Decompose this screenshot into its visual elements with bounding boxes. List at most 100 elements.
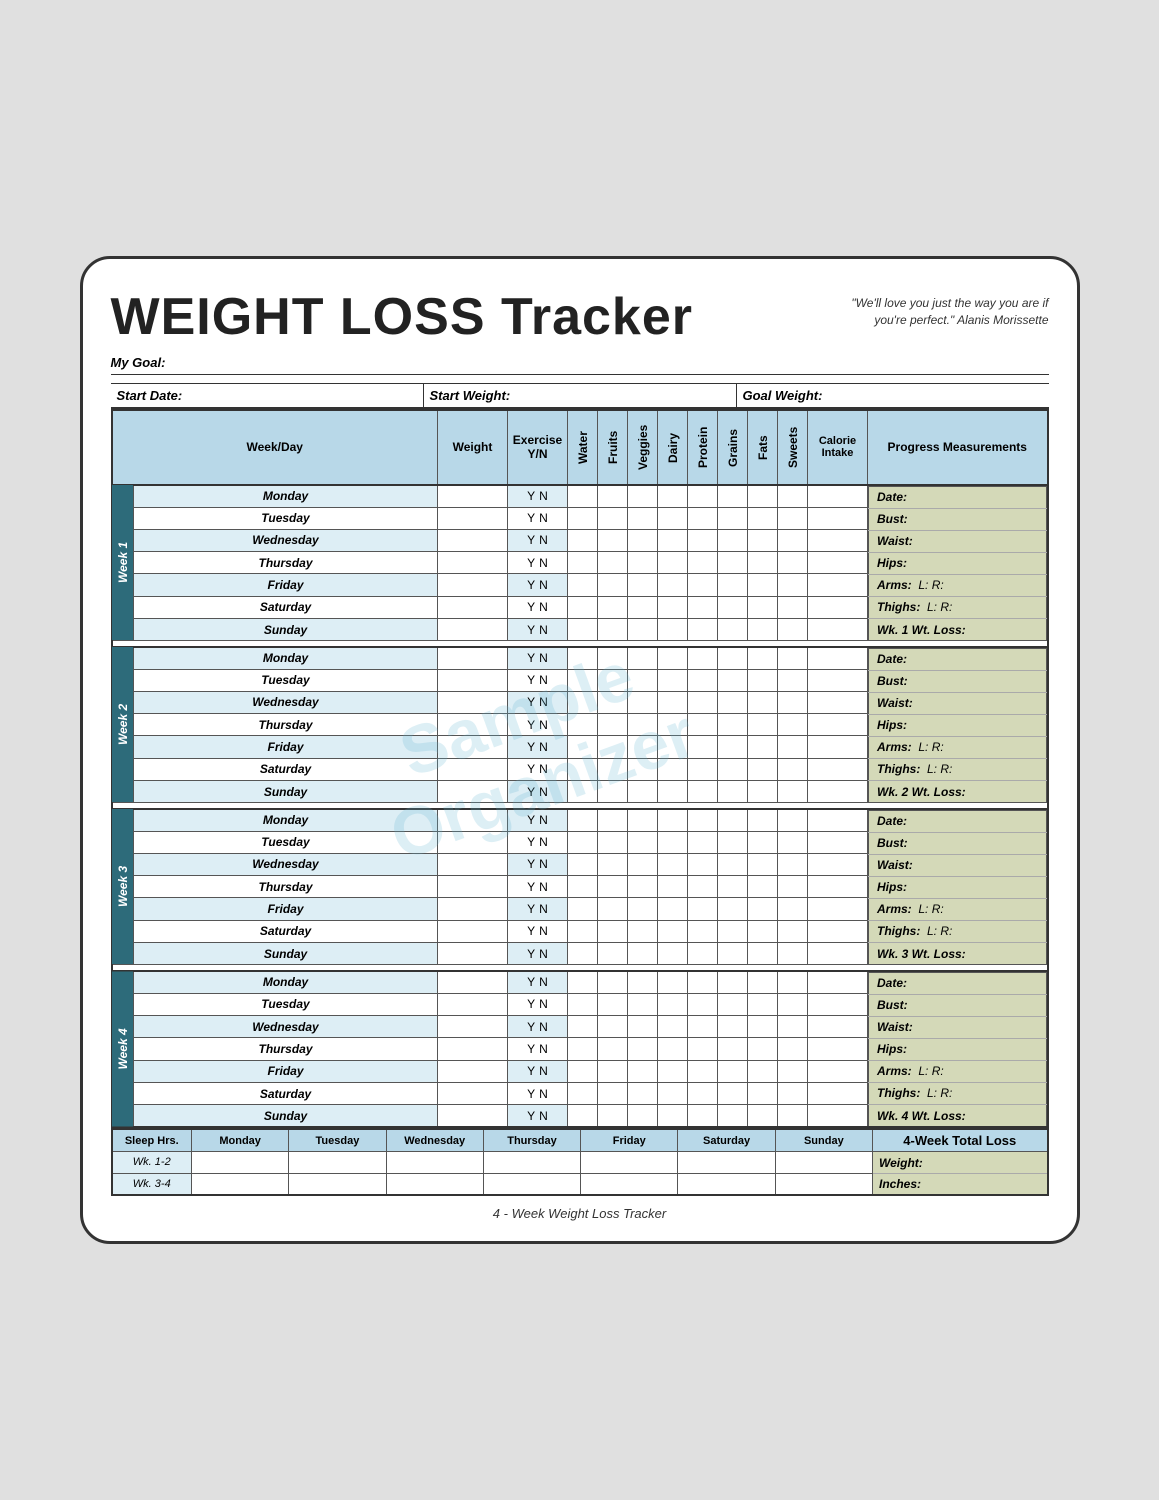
- exercise-cell[interactable]: YN: [508, 552, 568, 574]
- food-cell[interactable]: [688, 529, 718, 551]
- food-cell[interactable]: [628, 507, 658, 529]
- food-cell[interactable]: [598, 529, 628, 551]
- sleep-data-cell[interactable]: [386, 1173, 483, 1195]
- food-cell[interactable]: [628, 971, 658, 993]
- food-cell[interactable]: [748, 898, 778, 920]
- food-cell[interactable]: [718, 942, 748, 964]
- food-cell[interactable]: [658, 809, 688, 831]
- food-cell[interactable]: [748, 596, 778, 618]
- food-cell[interactable]: [718, 574, 748, 596]
- exercise-cell[interactable]: YN: [508, 647, 568, 669]
- food-cell[interactable]: [688, 647, 718, 669]
- exercise-cell[interactable]: YN: [508, 876, 568, 898]
- food-cell[interactable]: [598, 714, 628, 736]
- food-cell[interactable]: [598, 758, 628, 780]
- food-cell[interactable]: [718, 618, 748, 640]
- food-cell[interactable]: [658, 618, 688, 640]
- food-cell[interactable]: [658, 780, 688, 802]
- food-cell[interactable]: [628, 618, 658, 640]
- food-cell[interactable]: [598, 809, 628, 831]
- exercise-cell[interactable]: YN: [508, 898, 568, 920]
- weight-cell[interactable]: [438, 529, 508, 551]
- food-cell[interactable]: [748, 971, 778, 993]
- food-cell[interactable]: [688, 1015, 718, 1037]
- food-cell[interactable]: [568, 485, 598, 507]
- food-cell[interactable]: [718, 809, 748, 831]
- food-cell[interactable]: [718, 507, 748, 529]
- exercise-cell[interactable]: YN: [508, 1105, 568, 1127]
- food-cell[interactable]: [778, 993, 808, 1015]
- food-cell[interactable]: [718, 529, 748, 551]
- calorie-cell[interactable]: [808, 1105, 868, 1127]
- sleep-data-cell[interactable]: [678, 1173, 775, 1195]
- food-cell[interactable]: [568, 853, 598, 875]
- calorie-cell[interactable]: [808, 971, 868, 993]
- exercise-cell[interactable]: YN: [508, 529, 568, 551]
- food-cell[interactable]: [718, 993, 748, 1015]
- calorie-cell[interactable]: [808, 876, 868, 898]
- food-cell[interactable]: [688, 669, 718, 691]
- food-cell[interactable]: [658, 736, 688, 758]
- food-cell[interactable]: [748, 529, 778, 551]
- food-cell[interactable]: [658, 574, 688, 596]
- food-cell[interactable]: [628, 691, 658, 713]
- exercise-cell[interactable]: YN: [508, 1038, 568, 1060]
- food-cell[interactable]: [658, 714, 688, 736]
- food-cell[interactable]: [568, 552, 598, 574]
- calorie-cell[interactable]: [808, 736, 868, 758]
- calorie-cell[interactable]: [808, 485, 868, 507]
- sleep-data-cell[interactable]: [192, 1173, 289, 1195]
- exercise-cell[interactable]: YN: [508, 714, 568, 736]
- food-cell[interactable]: [568, 920, 598, 942]
- food-cell[interactable]: [778, 552, 808, 574]
- weight-cell[interactable]: [438, 993, 508, 1015]
- food-cell[interactable]: [598, 736, 628, 758]
- food-cell[interactable]: [658, 529, 688, 551]
- exercise-cell[interactable]: YN: [508, 971, 568, 993]
- food-cell[interactable]: [658, 552, 688, 574]
- weight-cell[interactable]: [438, 1060, 508, 1082]
- exercise-cell[interactable]: YN: [508, 993, 568, 1015]
- food-cell[interactable]: [568, 898, 598, 920]
- calorie-cell[interactable]: [808, 596, 868, 618]
- food-cell[interactable]: [568, 618, 598, 640]
- food-cell[interactable]: [778, 618, 808, 640]
- food-cell[interactable]: [658, 596, 688, 618]
- food-cell[interactable]: [658, 993, 688, 1015]
- food-cell[interactable]: [718, 669, 748, 691]
- food-cell[interactable]: [778, 809, 808, 831]
- food-cell[interactable]: [688, 691, 718, 713]
- calorie-cell[interactable]: [808, 529, 868, 551]
- food-cell[interactable]: [598, 920, 628, 942]
- food-cell[interactable]: [748, 1082, 778, 1104]
- weight-cell[interactable]: [438, 1015, 508, 1037]
- food-cell[interactable]: [778, 1015, 808, 1037]
- food-cell[interactable]: [598, 669, 628, 691]
- food-cell[interactable]: [778, 876, 808, 898]
- food-cell[interactable]: [688, 485, 718, 507]
- food-cell[interactable]: [688, 780, 718, 802]
- food-cell[interactable]: [718, 1015, 748, 1037]
- food-cell[interactable]: [598, 831, 628, 853]
- calorie-cell[interactable]: [808, 1082, 868, 1104]
- food-cell[interactable]: [778, 691, 808, 713]
- food-cell[interactable]: [688, 853, 718, 875]
- food-cell[interactable]: [778, 920, 808, 942]
- calorie-cell[interactable]: [808, 714, 868, 736]
- food-cell[interactable]: [658, 758, 688, 780]
- food-cell[interactable]: [778, 714, 808, 736]
- food-cell[interactable]: [778, 853, 808, 875]
- exercise-cell[interactable]: YN: [508, 507, 568, 529]
- weight-cell[interactable]: [438, 898, 508, 920]
- food-cell[interactable]: [748, 736, 778, 758]
- food-cell[interactable]: [718, 853, 748, 875]
- weight-cell[interactable]: [438, 1038, 508, 1060]
- weight-cell[interactable]: [438, 758, 508, 780]
- weight-cell[interactable]: [438, 1105, 508, 1127]
- exercise-cell[interactable]: YN: [508, 831, 568, 853]
- weight-cell[interactable]: [438, 736, 508, 758]
- food-cell[interactable]: [628, 1038, 658, 1060]
- calorie-cell[interactable]: [808, 574, 868, 596]
- weight-cell[interactable]: [438, 831, 508, 853]
- food-cell[interactable]: [598, 1082, 628, 1104]
